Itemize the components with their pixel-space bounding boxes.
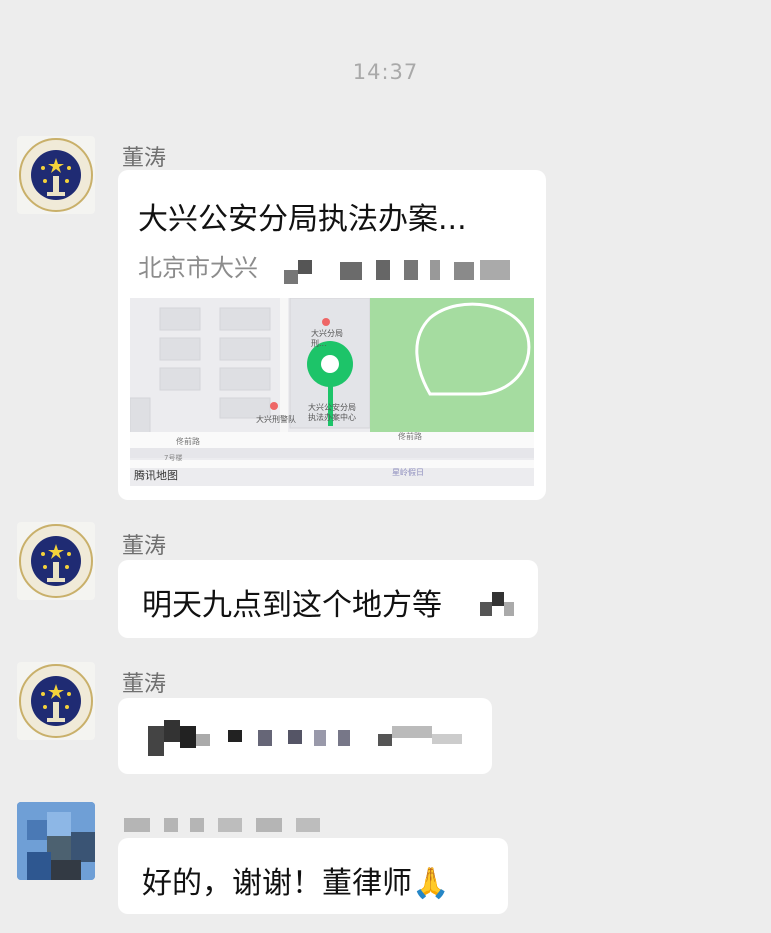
avatar-lawyer-badge[interactable] (17, 136, 95, 214)
svg-text:执法办案中心: 执法办案中心 (308, 412, 356, 422)
pixelated-redaction (148, 720, 468, 760)
map-brand: 腾讯地图 (134, 469, 178, 482)
svg-text:大兴分局: 大兴分局 (311, 328, 343, 338)
timestamp: 14:37 (352, 60, 419, 84)
avatar-lawyer-badge[interactable] (17, 662, 95, 740)
location-card[interactable]: 大兴公安分局执法办案... 北京市大兴 大兴分局 刑... 大兴公安分局 执法办… (118, 170, 546, 500)
message-bubble[interactable]: 好的，谢谢！董律师🙏 (118, 838, 508, 914)
sender-name: 董涛 (122, 534, 167, 559)
location-title: 大兴公安分局执法办案... (138, 202, 467, 237)
svg-text:大兴刑警队: 大兴刑警队 (256, 414, 296, 424)
pixelated-sender-name (124, 816, 324, 834)
sender-name: 董涛 (122, 146, 167, 171)
svg-text:佟前路: 佟前路 (176, 436, 200, 446)
message-bubble[interactable] (118, 698, 492, 774)
avatar-user[interactable] (17, 802, 95, 880)
svg-text:星岭假日: 星岭假日 (392, 467, 424, 477)
svg-text:刑...: 刑... (311, 339, 327, 348)
svg-text:大兴公安分局: 大兴公安分局 (308, 402, 356, 412)
message-bubble[interactable]: 明天九点到这个地方等 (118, 560, 538, 638)
location-address: 北京市大兴 (138, 254, 258, 282)
avatar-lawyer-badge[interactable] (17, 522, 95, 600)
message-text: 明天九点到这个地方等 (142, 588, 442, 623)
sender-name: 董涛 (122, 672, 167, 697)
pixelated-redaction (480, 588, 516, 618)
message-text: 好的，谢谢！董律师🙏 (142, 866, 450, 901)
svg-text:7号楼: 7号楼 (164, 453, 182, 462)
svg-text:佟前路: 佟前路 (398, 431, 422, 441)
pixelated-address-redaction (284, 256, 512, 284)
map-preview[interactable]: 大兴分局 刑... 大兴公安分局 执法办案中心 大兴刑警队 佟前路 佟前路 7号… (130, 298, 534, 486)
